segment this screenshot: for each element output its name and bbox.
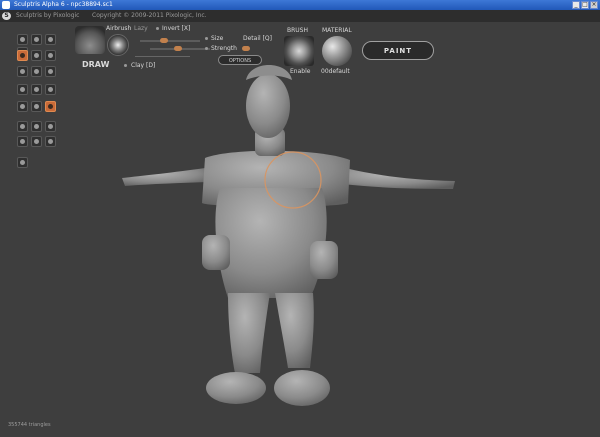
model-left-pocket [202,235,230,270]
material-header: MATERIAL [322,27,352,34]
brush-header: BRUSH [287,27,308,34]
window-titlebar[interactable]: Sculptris Alpha 6 - npc38894.sc1 _ □ × [0,0,600,10]
scale-icon[interactable] [17,34,28,45]
model-left-shoe [206,372,266,404]
model-overalls [215,188,327,298]
subdivide-icon[interactable] [17,84,28,95]
size-label: Size [211,35,224,42]
mask-icon[interactable] [31,84,42,95]
draw-icon[interactable] [17,50,28,61]
reduce-icon[interactable] [45,66,56,77]
minimize-button[interactable]: _ [572,1,580,9]
settings-icon[interactable] [17,157,28,168]
strength-label: Strength [211,45,237,52]
brush-alpha-thumbnail[interactable] [284,36,314,66]
symmetry-icon[interactable] [45,101,56,112]
app-header: S Sculptris by Pixologic Copyright © 200… [0,10,600,22]
sculpt-model [122,65,455,406]
strength-value-knob[interactable] [242,46,250,51]
draw-tool-icon[interactable] [75,26,105,54]
brush-falloff-icon[interactable] [107,34,129,56]
size-slider-knob[interactable] [160,38,168,43]
material-thumbnail[interactable] [322,36,352,66]
window-title: Sculptris Alpha 6 - npc38894.sc1 [14,1,113,8]
lazy-toggle[interactable]: Lazy [134,25,148,32]
clay-toggle[interactable]: Clay [D] [131,62,155,69]
flatten-icon[interactable] [31,50,42,61]
invert-checkbox[interactable] [156,27,159,30]
model-right-shoe [274,370,330,406]
import-icon[interactable] [31,136,42,147]
model-right-pocket [310,241,338,279]
app-icon [2,1,10,9]
cut-icon[interactable] [31,101,42,112]
pinch-icon[interactable] [17,66,28,77]
rotate-icon[interactable] [31,34,42,45]
hide-icon[interactable] [45,84,56,95]
export-icon[interactable] [45,136,56,147]
new-plane-icon[interactable] [31,121,42,132]
model-right-leg [275,293,314,368]
maximize-button[interactable]: □ [581,1,589,9]
size-checkbox[interactable] [205,37,208,40]
options-button[interactable]: OPTIONS [218,55,262,65]
paint-button[interactable]: PAINT [362,41,434,60]
save-icon[interactable] [17,136,28,147]
model-left-arm [122,168,208,186]
inflate-icon[interactable] [45,50,56,61]
brush-name: Enable [290,68,311,75]
invert-toggle[interactable]: Invert [X] [162,25,190,32]
size-slider-track[interactable] [140,40,200,42]
strength-checkbox[interactable] [205,47,208,50]
new-sphere-icon[interactable] [17,121,28,132]
model-right-arm [342,168,455,189]
tool-mode-label: DRAW [82,60,110,69]
sculptris-logo-icon: S [2,12,11,20]
wireframe-icon[interactable] [17,101,28,112]
strength-slider-knob[interactable] [174,46,182,51]
grab-icon[interactable] [45,34,56,45]
model-left-leg [228,293,270,373]
airbrush-toggle[interactable]: Airbrush [106,25,131,32]
open-icon[interactable] [45,121,56,132]
detail-toggle[interactable]: Detail [Q] [243,35,272,42]
model-head [246,74,290,138]
triangle-count: 355744 triangles [8,422,51,428]
material-name: 00default [321,68,350,75]
app-name: Sculptris by Pixologic [16,12,80,19]
copyright-text: Copyright © 2009-2011 Pixologic, Inc. [92,12,207,19]
close-button[interactable]: × [590,1,598,9]
window-controls: _ □ × [572,1,598,9]
smooth-icon[interactable] [31,66,42,77]
clay-checkbox[interactable] [124,64,127,67]
